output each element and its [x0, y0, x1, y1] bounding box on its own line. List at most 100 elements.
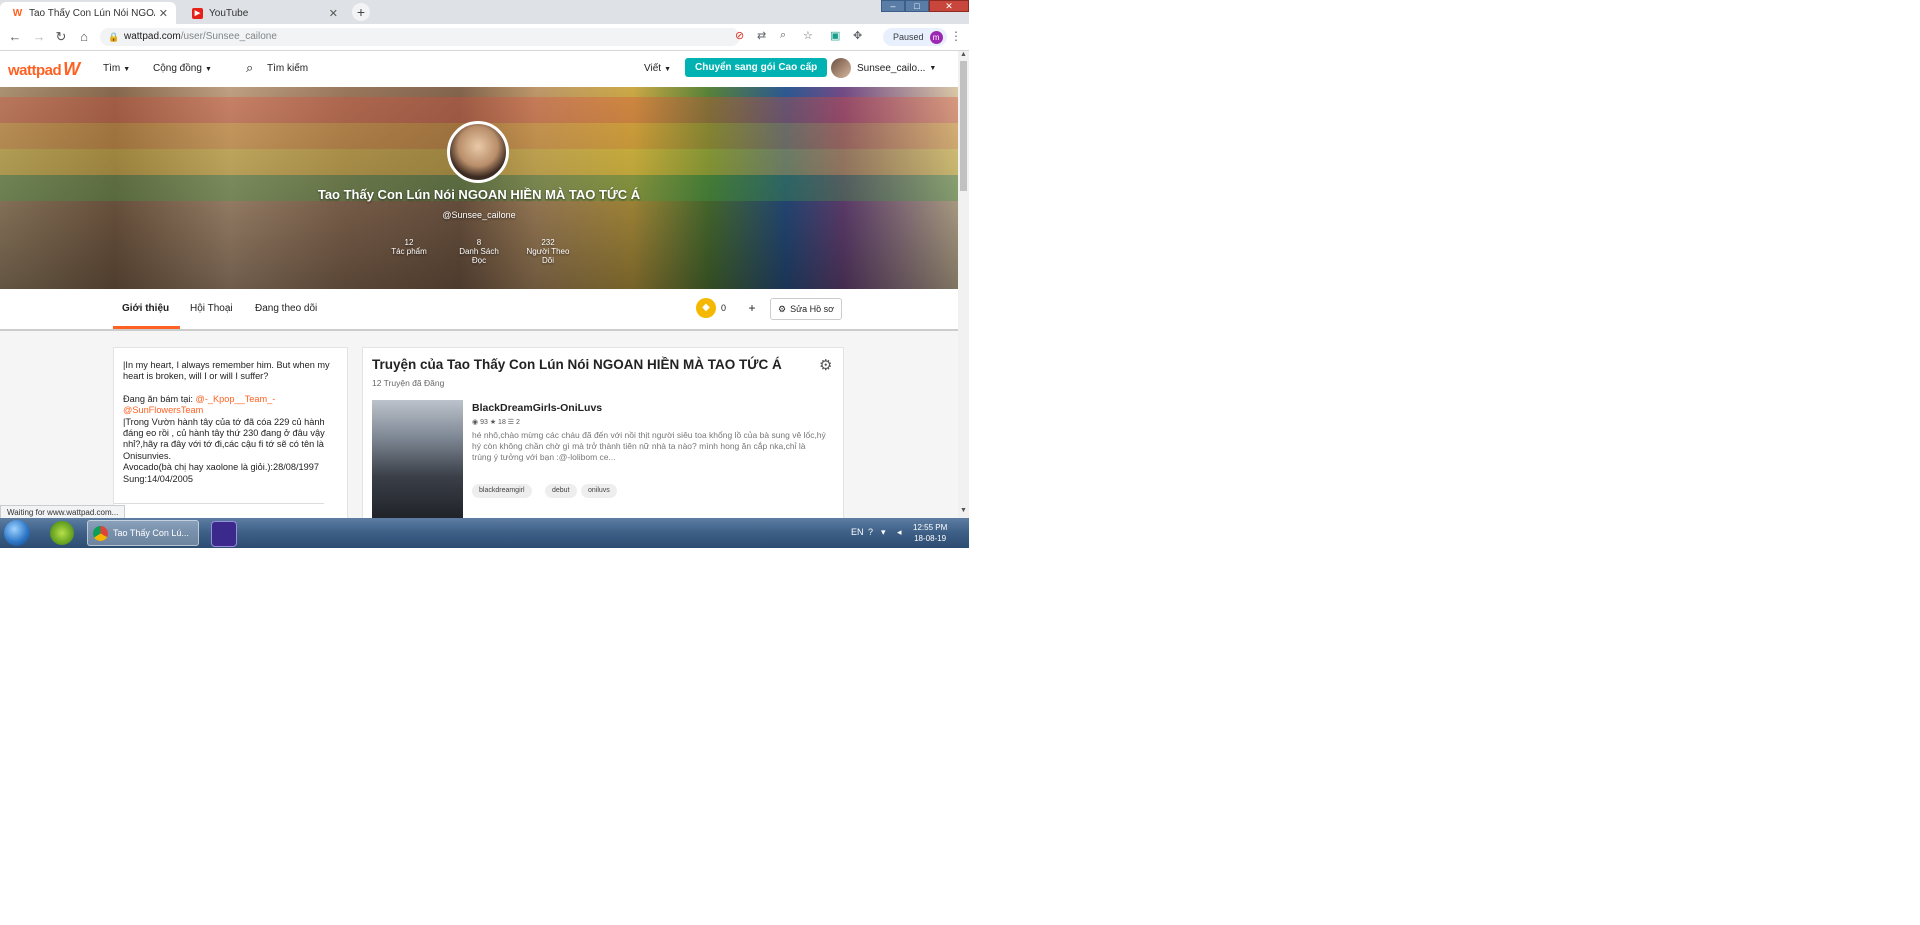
premium-button[interactable]: Chuyển sang gói Cao cấp: [685, 58, 828, 77]
tab-title: YouTube: [209, 7, 249, 19]
blocked-icon[interactable]: ⊘: [735, 29, 744, 42]
about-card: |In my heart, I always remember him. But…: [113, 347, 348, 518]
extension-puzzle-icon[interactable]: ✥: [853, 29, 862, 42]
back-arrow-icon[interactable]: ←: [7, 29, 23, 45]
browser-tab-wattpad[interactable]: W Tao Thấy Con Lún Nói NGOAN H ✕: [0, 2, 176, 24]
gear-icon[interactable]: ⚙: [819, 356, 832, 374]
about-text: Avocado(bà chị hay xaolone là giỏi.):28/…: [123, 462, 319, 473]
home-icon[interactable]: ⌂: [76, 29, 92, 45]
window-controls: – □ ✕: [881, 0, 969, 12]
wattpad-w-icon: W: [63, 59, 80, 79]
caret-down-icon: ▼: [123, 66, 131, 73]
close-window-button[interactable]: ✕: [929, 0, 969, 12]
minimize-button[interactable]: –: [881, 0, 905, 12]
scroll-down-icon: ▼: [960, 507, 967, 514]
volume-icon[interactable]: ◂: [897, 527, 902, 538]
book-description: hé nhô,chào mừng các cháu đã đến với nồi…: [472, 430, 826, 462]
youtube-favicon-icon: ▶: [192, 7, 203, 19]
profile-avatar: [447, 121, 509, 183]
search-input[interactable]: Tìm kiếm: [267, 63, 308, 74]
scrollbar-thumb[interactable]: [960, 61, 967, 191]
browser-tab-bar: W Tao Thấy Con Lún Nói NGOAN H ✕ ▶ YouTu…: [0, 0, 969, 24]
screen: W Tao Thấy Con Lún Nói NGOAN H ✕ ▶ YouTu…: [0, 0, 969, 548]
tab-conversations[interactable]: Hội Thoại: [190, 303, 233, 314]
reload-icon[interactable]: ↻: [53, 29, 69, 45]
eye-icon: ◉: [472, 419, 479, 426]
book-meta: ◉ 93 ★ 18 ☰ 2: [472, 419, 520, 426]
caret-down-icon: ▼: [204, 66, 212, 73]
profile-handle: @Sunsee_cailone: [442, 210, 516, 220]
stories-card: Truyện của Tao Thấy Con Lún Nói NGOAN HI…: [362, 347, 844, 518]
translate-icon[interactable]: ⇄: [757, 29, 766, 42]
tag-chip[interactable]: oniluvs: [581, 484, 617, 498]
menu-kebab-icon[interactable]: ⋮: [950, 29, 962, 43]
site-header: wattpad W Tìm ▼ Cộng đồng ▼ ⌕ Tìm kiếm Viết…: [0, 51, 958, 88]
tab-title: Tao Thấy Con Lún Nói NGOAN H: [29, 7, 155, 19]
about-text: Sung:14/04/2005: [123, 473, 193, 484]
banner-stripe: [0, 97, 958, 123]
app-icon[interactable]: [211, 521, 237, 547]
page-scrollbar[interactable]: ▲ ▼: [958, 51, 969, 518]
add-coins-button[interactable]: +: [742, 299, 762, 317]
help-icon[interactable]: ?: [868, 527, 873, 537]
tag-chip[interactable]: blackdreamgirl: [472, 484, 532, 498]
edit-profile-button[interactable]: ⚙ Sửa Hồ sơ: [770, 298, 843, 320]
gear-icon: ⚙: [778, 304, 787, 314]
maximize-button[interactable]: □: [905, 0, 929, 12]
caret-down-icon: ▼: [929, 64, 937, 72]
mention-link[interactable]: @-_Kpop__Team_-: [196, 394, 276, 404]
caret-down-icon: ▼: [664, 66, 671, 73]
mention-link[interactable]: @SunFlowersTeam: [123, 405, 338, 416]
system-clock[interactable]: 12:55 PM 18-08-19: [913, 522, 947, 544]
active-tab-underline: [113, 326, 180, 329]
profile-tabs: Giới thiệu Hội Thoại Đang theo dõi ◆ 0 +…: [0, 289, 958, 331]
tab-following[interactable]: Đang theo dõi: [255, 303, 317, 314]
tab-about[interactable]: Giới thiệu: [122, 303, 169, 314]
scroll-up-icon: ▲: [960, 51, 967, 58]
paused-label: Paused: [893, 32, 924, 42]
tag-chip[interactable]: debut: [545, 484, 577, 498]
avatar: [831, 58, 851, 78]
address-bar[interactable]: 🔒 wattpad.com/user/Sunsee_cailone: [100, 28, 740, 46]
page-viewport: wattpad W Tìm ▼ Cộng đồng ▼ ⌕ Tìm kiếm Viết…: [0, 51, 958, 518]
stat-followers[interactable]: 232 Người Theo Dõi: [518, 238, 578, 265]
profile-name: Tao Thấy Con Lún Nói NGOAN HIỀN MÀ TAO T…: [317, 187, 641, 202]
coin-count: 0: [721, 303, 727, 313]
stat-works[interactable]: 12 Tác phẩm: [379, 238, 439, 256]
start-button[interactable]: [4, 520, 30, 546]
bookmark-star-icon[interactable]: ☆: [803, 29, 813, 42]
coin-icon[interactable]: ◆: [696, 298, 716, 318]
network-icon[interactable]: ▾: [881, 527, 886, 538]
nav-find[interactable]: Tìm ▼: [103, 63, 130, 74]
about-text: |In my heart, I always remember him. But…: [123, 360, 330, 382]
star-icon: ★: [489, 419, 497, 426]
forward-arrow-icon[interactable]: →: [31, 29, 47, 45]
book-cover[interactable]: [372, 400, 463, 518]
about-card-footer: [114, 503, 324, 518]
url-text: wattpad.com/user/Sunsee_cailone: [124, 31, 277, 42]
user-menu[interactable]: Sunsee_cailo... ▼: [831, 58, 936, 78]
extension-icon[interactable]: ▣: [830, 29, 840, 42]
stat-reading-lists[interactable]: 8 Danh Sách Đọc: [449, 238, 509, 265]
language-indicator[interactable]: EN: [851, 527, 864, 537]
taskbar-chrome-item[interactable]: Tao Thấy Con Lú...: [87, 520, 199, 546]
profile-paused-chip[interactable]: Paused m: [883, 28, 947, 46]
search-icon[interactable]: ⌕: [246, 60, 253, 76]
wattpad-favicon-icon: W: [12, 7, 23, 19]
new-tab-button[interactable]: +: [352, 3, 370, 21]
nav-write[interactable]: Viết ▼: [644, 63, 671, 74]
close-icon[interactable]: ✕: [329, 7, 338, 20]
list-icon: ☰: [507, 419, 515, 426]
profile-avatar: m: [929, 30, 943, 44]
lock-icon: 🔒: [108, 32, 120, 42]
app-icon[interactable]: [50, 521, 74, 545]
browser-tab-youtube[interactable]: ▶ YouTube ✕: [180, 2, 346, 24]
close-icon[interactable]: ✕: [159, 7, 168, 20]
zoom-icon[interactable]: ⌕: [780, 29, 786, 42]
book-title[interactable]: BlackDreamGirls-OniLuvs: [472, 402, 602, 414]
nav-community[interactable]: Cộng đồng ▼: [153, 63, 212, 74]
stories-count: 12 Truyện đã Đăng: [372, 378, 445, 388]
chrome-icon: [93, 525, 108, 541]
wattpad-logo[interactable]: wattpad W: [8, 59, 80, 80]
browser-toolbar: ← → ↻ ⌂ 🔒 wattpad.com/user/Sunsee_cailon…: [0, 24, 969, 51]
